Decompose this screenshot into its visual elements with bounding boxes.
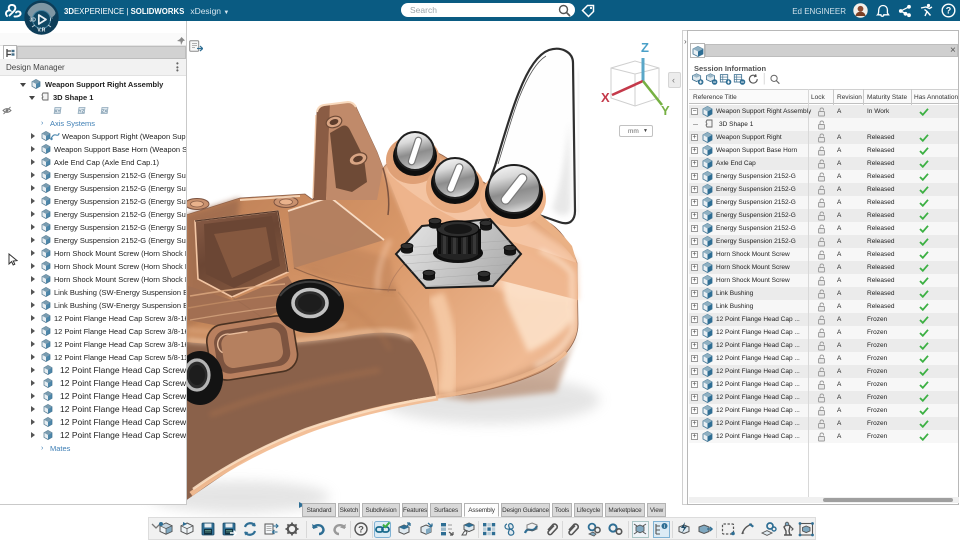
svg-text:V.R: V.R bbox=[37, 28, 45, 34]
svg-text:i: i bbox=[664, 524, 665, 530]
svg-text:X: X bbox=[601, 90, 610, 105]
svg-text:Y: Y bbox=[661, 103, 670, 118]
svg-text:XY: XY bbox=[54, 108, 60, 113]
svg-text:YZ: YZ bbox=[79, 108, 85, 113]
svg-text:ZX: ZX bbox=[102, 108, 108, 113]
svg-text:?: ? bbox=[946, 6, 952, 16]
svg-text:Z: Z bbox=[641, 40, 649, 55]
svg-text:3D: 3D bbox=[30, 18, 37, 24]
svg-text:?: ? bbox=[358, 524, 364, 535]
